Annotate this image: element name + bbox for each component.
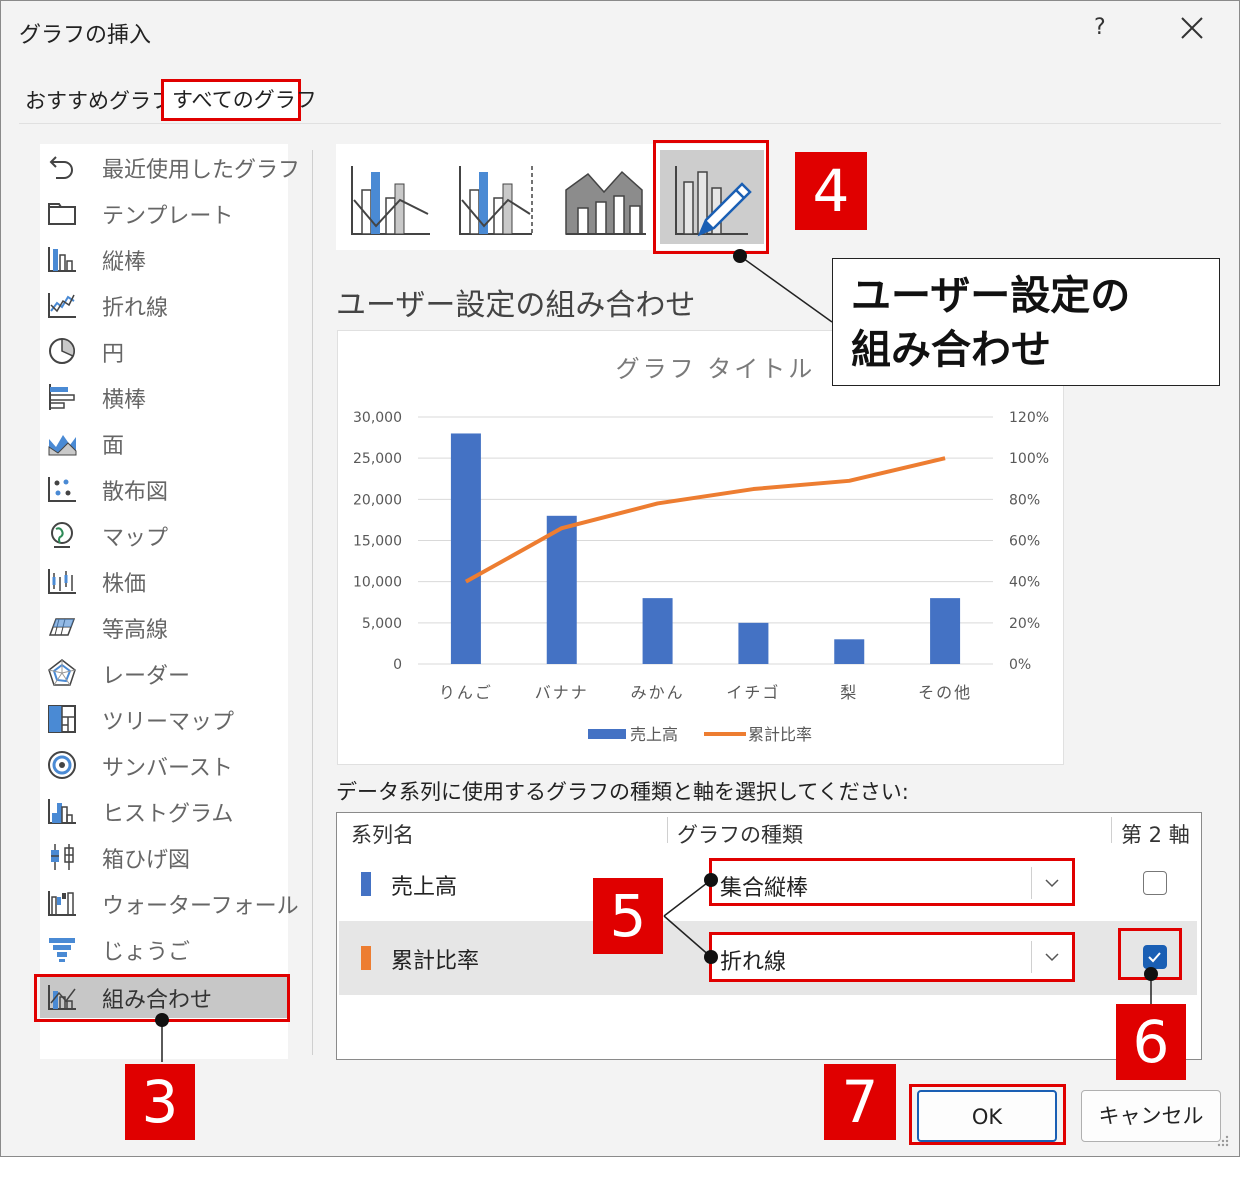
step-badge-5: 5 (593, 878, 663, 954)
step-badge-7: 7 (824, 1064, 896, 1140)
connector-dot (704, 950, 718, 964)
step-badge-6: 6 (1116, 1004, 1186, 1080)
callout-text: ユーザー設定の 組み合わせ (851, 273, 1131, 373)
callout-custom-combo: ユーザー設定の 組み合わせ (832, 258, 1220, 386)
connector-dot (704, 873, 718, 887)
connector-dot (1144, 967, 1158, 981)
connector-dot (155, 1013, 169, 1027)
connector-dot (733, 249, 747, 263)
step-badge-4: 4 (795, 152, 867, 230)
step-badge-3: 3 (125, 1064, 195, 1140)
annotation-connectors (155, 249, 1158, 1062)
